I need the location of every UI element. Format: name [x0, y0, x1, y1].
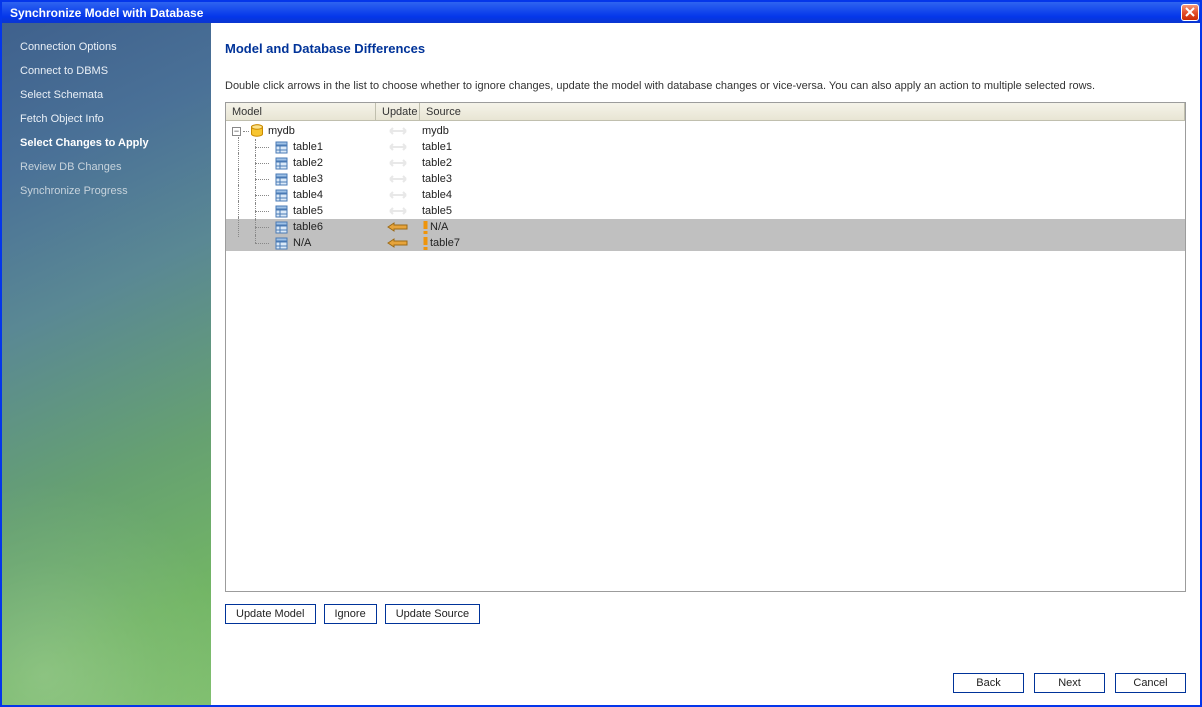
tree-cell-source: table2 [422, 157, 452, 169]
tree-branch-icon [250, 219, 274, 235]
tree-row[interactable]: table1 table1 [226, 139, 1185, 155]
sidebar-item-connect-dbms[interactable]: Connect to DBMS [2, 59, 211, 83]
tree-row[interactable]: table5 table5 [226, 203, 1185, 219]
tree-row[interactable]: table6 N/A [226, 219, 1185, 235]
footer-row: Back Next Cancel [225, 647, 1186, 693]
sync-arrow-icon[interactable] [384, 205, 412, 217]
sync-arrow-icon[interactable] [384, 189, 412, 201]
table-icon [274, 156, 289, 170]
tree-cell-model: mydb [268, 125, 295, 137]
tree-cell-model: N/A [293, 237, 311, 249]
tree-row[interactable]: table2 table2 [226, 155, 1185, 171]
tree-branch-icon [250, 187, 274, 203]
tree-cell-model: table5 [293, 205, 323, 217]
update-model-button[interactable]: Update Model [225, 604, 316, 624]
table-icon [274, 188, 289, 202]
sidebar: Connection Options Connect to DBMS Selec… [2, 23, 211, 705]
tree-cell-source: table4 [422, 189, 452, 201]
page-subtitle: Double click arrows in the list to choos… [225, 80, 1186, 92]
arrow-left-icon[interactable] [384, 221, 412, 233]
column-header-update[interactable]: Update [376, 103, 420, 120]
sidebar-item-label: Select Schemata [20, 89, 103, 101]
diff-tree: Model Update Source − [225, 102, 1186, 592]
tree-cell-source: N/A [430, 221, 448, 233]
cancel-button[interactable]: Cancel [1115, 673, 1186, 693]
main-panel: Model and Database Differences Double cl… [211, 23, 1200, 705]
sync-arrow-icon[interactable] [384, 141, 412, 153]
tree-branch-icon [250, 155, 274, 171]
sidebar-item-review-db[interactable]: Review DB Changes [2, 155, 211, 179]
sidebar-item-label: Review DB Changes [20, 161, 122, 173]
window-title: Synchronize Model with Database [10, 6, 203, 20]
tree-body: − mydb [226, 121, 1185, 253]
sync-arrow-icon[interactable] [384, 125, 412, 137]
titlebar: Synchronize Model with Database [2, 2, 1200, 23]
sidebar-item-label: Connect to DBMS [20, 65, 108, 77]
warning-icon [422, 236, 428, 250]
tree-branch-icon [250, 139, 274, 155]
tree-cell-source: table3 [422, 173, 452, 185]
tree-cell-model: table6 [293, 221, 323, 233]
close-button[interactable] [1181, 4, 1199, 21]
table-icon [274, 204, 289, 218]
tree-header: Model Update Source [226, 103, 1185, 121]
window-frame: Synchronize Model with Database Connecti… [0, 0, 1202, 707]
tree-cell-source: table1 [422, 141, 452, 153]
tree-cell-model: table3 [293, 173, 323, 185]
tree-cell-source: table7 [430, 237, 460, 249]
table-icon [274, 220, 289, 234]
page-title: Model and Database Differences [225, 41, 1186, 56]
tree-cell-model: table1 [293, 141, 323, 153]
sidebar-item-select-schemata[interactable]: Select Schemata [2, 83, 211, 107]
tree-branch-icon [250, 235, 274, 251]
tree-branch-icon [250, 203, 274, 219]
sidebar-item-label: Fetch Object Info [20, 113, 104, 125]
sidebar-item-connection-options[interactable]: Connection Options [2, 35, 211, 59]
close-icon [1185, 6, 1195, 20]
action-row: Update Model Ignore Update Source [225, 604, 1186, 624]
arrow-left-icon[interactable] [384, 237, 412, 249]
sync-arrow-icon[interactable] [384, 157, 412, 169]
table-icon [274, 236, 289, 250]
tree-row-root[interactable]: − mydb [226, 123, 1185, 139]
tree-cell-source: table5 [422, 205, 452, 217]
database-icon [249, 124, 264, 138]
back-button[interactable]: Back [953, 673, 1024, 693]
sidebar-item-label: Select Changes to Apply [20, 137, 149, 149]
update-source-button[interactable]: Update Source [385, 604, 480, 624]
sidebar-item-select-changes[interactable]: Select Changes to Apply [2, 131, 211, 155]
sidebar-item-fetch-object-info[interactable]: Fetch Object Info [2, 107, 211, 131]
tree-expander[interactable]: − [232, 127, 241, 136]
next-button[interactable]: Next [1034, 673, 1105, 693]
ignore-button[interactable]: Ignore [324, 604, 377, 624]
tree-branch-icon [250, 171, 274, 187]
table-icon [274, 172, 289, 186]
tree-cell-model: table4 [293, 189, 323, 201]
tree-row[interactable]: table3 table3 [226, 171, 1185, 187]
sync-arrow-icon[interactable] [384, 173, 412, 185]
tree-row[interactable]: table4 table4 [226, 187, 1185, 203]
column-header-source[interactable]: Source [420, 103, 1185, 120]
tree-row[interactable]: N/A table7 [226, 235, 1185, 251]
tree-cell-source: mydb [422, 125, 449, 137]
sidebar-item-label: Synchronize Progress [20, 185, 128, 197]
column-header-model[interactable]: Model [226, 103, 376, 120]
table-icon [274, 140, 289, 154]
warning-icon [422, 220, 428, 234]
tree-cell-model: table2 [293, 157, 323, 169]
sidebar-item-label: Connection Options [20, 41, 117, 53]
sidebar-item-synchronize-progress[interactable]: Synchronize Progress [2, 179, 211, 203]
